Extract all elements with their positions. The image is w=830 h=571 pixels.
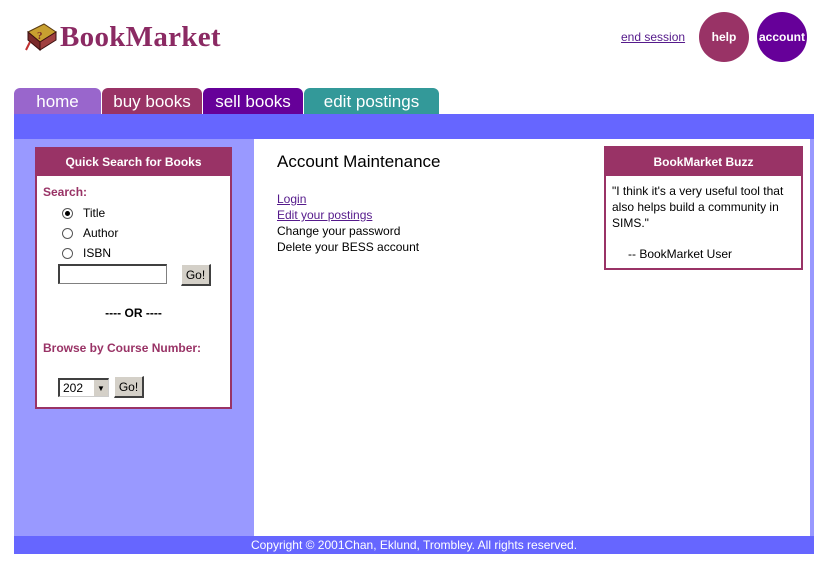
logo[interactable]: ? BookMarket	[24, 20, 221, 54]
chevron-down-icon[interactable]: ▼	[93, 380, 108, 396]
course-number-value: 202	[63, 381, 84, 395]
page-title: Account Maintenance	[277, 152, 441, 171]
end-session-link[interactable]: end session	[621, 30, 685, 44]
tab-home[interactable]: home	[14, 88, 101, 114]
help-button[interactable]: help	[699, 12, 749, 62]
course-number-select[interactable]: 202 ▼	[58, 378, 109, 397]
right-border	[810, 139, 814, 536]
radio-option-author[interactable]: Author	[62, 226, 118, 240]
svg-text:?: ?	[37, 30, 43, 42]
account-actions: Login Edit your postings Change your pas…	[277, 191, 419, 255]
tab-edit-postings[interactable]: edit postings	[304, 88, 439, 114]
buzz-attribution: -- BookMarket User	[628, 247, 733, 261]
quick-search-title: Quick Search for Books	[37, 149, 230, 176]
search-input[interactable]	[58, 264, 167, 284]
tab-sell-books[interactable]: sell books	[203, 88, 303, 114]
search-go-button[interactable]: Go!	[181, 264, 211, 286]
buzz-panel: BookMarket Buzz "I think it's a very use…	[604, 146, 803, 270]
banner-bar	[14, 114, 814, 139]
radio-title-label: Title	[83, 206, 106, 220]
change-password-text: Change your password	[277, 224, 401, 238]
buzz-quote: "I think it's a very useful tool that al…	[612, 184, 784, 230]
radio-author-label: Author	[83, 226, 119, 240]
book-icon: ?	[25, 23, 57, 52]
account-button[interactable]: account	[757, 12, 807, 62]
edit-postings-link[interactable]: Edit your postings	[277, 208, 372, 222]
radio-option-title[interactable]: Title	[62, 206, 105, 220]
radio-author[interactable]	[62, 227, 73, 239]
radio-isbn[interactable]	[62, 247, 73, 259]
radio-title[interactable]	[62, 207, 73, 219]
delete-account-text: Delete your BESS account	[277, 240, 420, 254]
radio-option-isbn[interactable]: ISBN	[62, 246, 111, 260]
radio-isbn-label: ISBN	[83, 246, 112, 260]
browse-go-button[interactable]: Go!	[114, 376, 144, 398]
quick-search-panel: Quick Search for Books Search: Title Aut…	[35, 147, 232, 409]
or-divider: ---- OR ----	[105, 306, 162, 320]
logo-text: BookMarket	[60, 20, 221, 53]
browse-label: Browse by Course Number:	[43, 341, 202, 355]
footer-copyright: Copyright © 2001Chan, Eklund, Trombley. …	[14, 536, 814, 554]
tab-buy-books[interactable]: buy books	[102, 88, 202, 114]
search-label: Search:	[43, 185, 88, 199]
login-link[interactable]: Login	[277, 192, 306, 206]
buzz-title: BookMarket Buzz	[606, 148, 801, 176]
